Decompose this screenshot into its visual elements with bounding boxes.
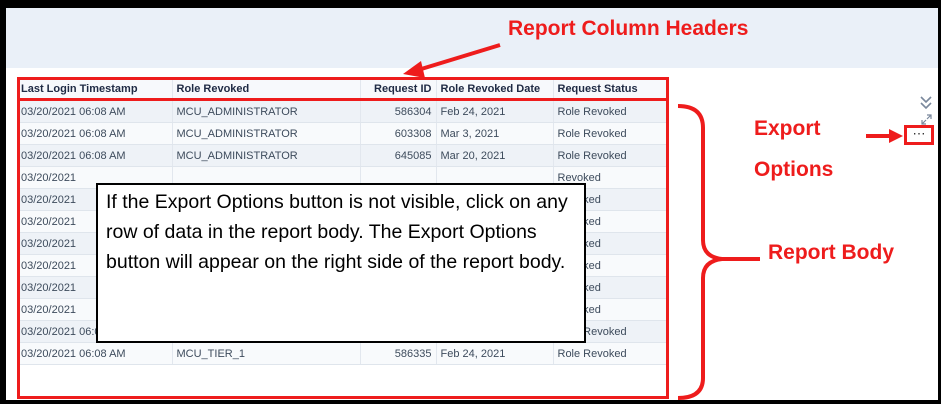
column-headers-arrow xyxy=(403,43,501,78)
report-body-brace xyxy=(677,104,723,400)
annotation-overlay xyxy=(403,43,903,400)
export-options-arrow xyxy=(866,129,903,143)
